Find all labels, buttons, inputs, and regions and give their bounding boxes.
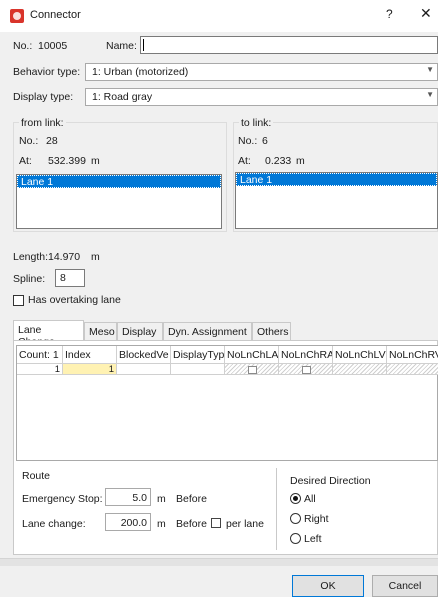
to-link-unit: m xyxy=(296,155,305,167)
lane-change-label: Lane change: xyxy=(22,518,86,530)
route-title: Route xyxy=(22,470,51,482)
no-value: 10005 xyxy=(38,40,68,52)
tab-lane-change[interactable]: Lane Change xyxy=(13,320,84,348)
from-link-at-label: At: xyxy=(19,155,32,167)
horizontal-scrollbar[interactable] xyxy=(0,558,438,566)
tab-dyn-assignment[interactable]: Dyn. Assignment xyxy=(163,322,252,340)
grid-cell-blockedve[interactable] xyxy=(117,364,171,375)
direction-left-radio[interactable] xyxy=(290,533,301,544)
grid-header-nolnchra[interactable]: NoLnChRA xyxy=(279,346,333,364)
emergency-stop-label: Emergency Stop: xyxy=(22,493,103,505)
emergency-stop-unit: m xyxy=(157,493,166,505)
tab-meso[interactable]: Meso xyxy=(84,322,117,340)
per-lane-label: per lane xyxy=(226,518,264,530)
no-label: No.: xyxy=(13,40,33,52)
grid-header-nolnchlv[interactable]: NoLnChLV xyxy=(333,346,387,364)
direction-all-label: All xyxy=(304,493,316,505)
grid-header-index[interactable]: Index xyxy=(63,346,117,364)
grid-header-count[interactable]: Count: 1 xyxy=(17,346,63,364)
chevron-down-icon: ▼ xyxy=(426,65,434,74)
direction-right-radio[interactable] xyxy=(290,513,301,524)
chevron-down-icon: ▼ xyxy=(426,90,434,99)
behavior-type-label: Behavior type: xyxy=(13,66,81,78)
lane-change-unit: m xyxy=(157,518,166,530)
lane-change-grid[interactable]: Count: 1 Index BlockedVe DisplayTyp NoLn… xyxy=(16,345,438,461)
display-type-select[interactable]: 1: Road gray ▼ xyxy=(85,88,438,106)
section-divider xyxy=(276,468,277,550)
grid-cell-index[interactable]: 1 xyxy=(63,364,117,375)
help-icon[interactable]: ? xyxy=(386,7,393,21)
overtaking-checkbox[interactable] xyxy=(13,295,24,306)
lane-change-input[interactable]: 200.0 xyxy=(105,513,151,531)
spline-label: Spline: xyxy=(13,273,46,285)
from-link-no-label: No.: xyxy=(19,135,39,147)
lane-change-suffix: Before xyxy=(176,518,207,530)
grid-header-displaytyp[interactable]: DisplayTyp xyxy=(171,346,225,364)
name-label: Name: xyxy=(106,40,137,52)
tab-display[interactable]: Display xyxy=(117,322,163,340)
lane-list-item[interactable]: Lane 1 xyxy=(17,175,221,188)
overtaking-label: Has overtaking lane xyxy=(28,294,121,306)
to-link-lane-list[interactable]: Lane 1 xyxy=(235,172,438,229)
close-icon[interactable]: ✕ xyxy=(420,5,432,22)
nolnchla-checkbox[interactable] xyxy=(248,366,257,374)
to-link-at-value: 0.233 xyxy=(265,155,292,167)
direction-right-label: Right xyxy=(304,513,329,525)
direction-all-radio[interactable] xyxy=(290,493,301,504)
name-input[interactable] xyxy=(140,36,438,54)
display-type-label: Display type: xyxy=(13,91,74,103)
to-link-at-label: At: xyxy=(238,155,251,167)
direction-left-label: Left xyxy=(304,533,322,545)
from-link-lane-list[interactable]: Lane 1 xyxy=(16,174,222,229)
behavior-type-value: 1: Urban (motorized) xyxy=(92,66,189,78)
emergency-stop-suffix: Before xyxy=(176,493,207,505)
nolnchra-checkbox[interactable] xyxy=(302,366,311,374)
grid-cell-nolnchrv[interactable] xyxy=(387,364,438,375)
length-value: 14.970 xyxy=(48,251,81,263)
from-link-at-value: 532.399 xyxy=(48,155,86,167)
to-link-title: to link: xyxy=(239,117,274,129)
ok-button[interactable]: OK xyxy=(292,575,364,597)
to-link-no-label: No.: xyxy=(238,135,258,147)
from-link-no-value: 28 xyxy=(46,135,58,147)
display-type-value: 1: Road gray xyxy=(92,91,153,103)
window-title: Connector xyxy=(30,9,81,21)
from-link-title: from link: xyxy=(19,117,66,129)
cancel-button[interactable]: Cancel xyxy=(372,575,438,597)
grid-header-nolnchrv[interactable]: NoLnChRV xyxy=(387,346,438,364)
grid-header-nolnchla[interactable]: NoLnChLA xyxy=(225,346,279,364)
length-label: Length: xyxy=(13,251,49,263)
behavior-type-select[interactable]: 1: Urban (motorized) ▼ xyxy=(85,63,438,81)
length-unit: m xyxy=(91,251,100,263)
tab-others[interactable]: Others xyxy=(252,322,291,340)
per-lane-checkbox[interactable] xyxy=(211,518,221,528)
to-link-no-value: 6 xyxy=(262,135,268,147)
desired-direction-title: Desired Direction xyxy=(290,475,371,487)
grid-cell-count[interactable]: 1 xyxy=(17,364,63,375)
from-link-unit: m xyxy=(91,155,100,167)
spline-input[interactable]: 8 xyxy=(55,269,85,287)
text-caret xyxy=(143,39,144,51)
grid-cell-nolnchlv[interactable] xyxy=(333,364,387,375)
emergency-stop-input[interactable]: 5.0 xyxy=(105,488,151,506)
grid-header-blockedve[interactable]: BlockedVe xyxy=(117,346,171,364)
lane-list-item[interactable]: Lane 1 xyxy=(236,173,437,186)
grid-cell-displaytyp[interactable] xyxy=(171,364,225,375)
app-icon xyxy=(10,9,24,23)
